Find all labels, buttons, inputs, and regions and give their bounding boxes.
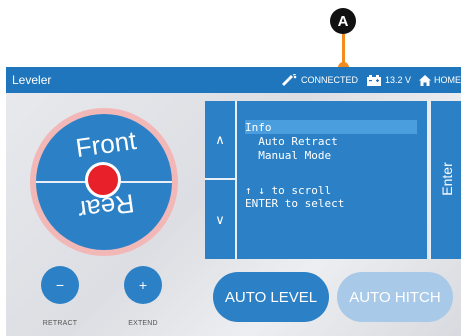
- enter-label: Enter: [439, 162, 455, 196]
- scroll-divider: [205, 178, 235, 180]
- connection-status-text: CONNECTED: [300, 75, 358, 85]
- menu-panel: Info Auto Retract Manual Mode ↑ ↓ to scr…: [235, 101, 427, 259]
- menu-item-auto-retract[interactable]: Auto Retract: [245, 135, 337, 148]
- menu-item-info[interactable]: Info: [245, 121, 272, 134]
- header-bar: Leveler CONNECTED 13.2 V HOME: [6, 67, 461, 93]
- home-link[interactable]: HOME: [419, 74, 461, 86]
- battery-icon: [366, 74, 382, 86]
- menu-item-manual-mode[interactable]: Manual Mode: [245, 149, 331, 162]
- home-icon: [419, 74, 431, 86]
- retract-label: RETRACT: [42, 320, 78, 327]
- device-screen: Leveler CONNECTED 13.2 V HOME Front Rear…: [6, 67, 461, 336]
- connection-status: CONNECTED: [280, 74, 358, 86]
- auto-hitch-button[interactable]: AUTO HITCH: [337, 272, 453, 322]
- home-label: HOME: [434, 75, 461, 85]
- menu-scroll-column: ∧ ∨: [205, 101, 235, 259]
- scroll-down-button[interactable]: ∨: [205, 181, 235, 259]
- retract-button[interactable]: −: [41, 266, 79, 304]
- scroll-up-button[interactable]: ∧: [205, 101, 235, 179]
- bluetooth-plug-icon: [280, 74, 298, 86]
- battery-status: 13.2 V: [366, 74, 411, 86]
- auto-level-button[interactable]: AUTO LEVEL: [213, 272, 329, 322]
- battery-voltage: 13.2 V: [384, 75, 411, 85]
- enter-button[interactable]: Enter: [429, 101, 461, 259]
- menu-help-scroll: ↑ ↓ to scroll: [245, 184, 332, 197]
- extend-button[interactable]: +: [124, 266, 162, 304]
- callout-marker: A: [330, 8, 356, 34]
- status-area: CONNECTED 13.2 V HOME: [280, 74, 461, 86]
- level-bubble: [85, 162, 121, 198]
- menu-help-select: ENTER to select: [245, 197, 345, 210]
- extend-label: EXTEND: [128, 320, 158, 327]
- app-title: Leveler: [12, 73, 52, 87]
